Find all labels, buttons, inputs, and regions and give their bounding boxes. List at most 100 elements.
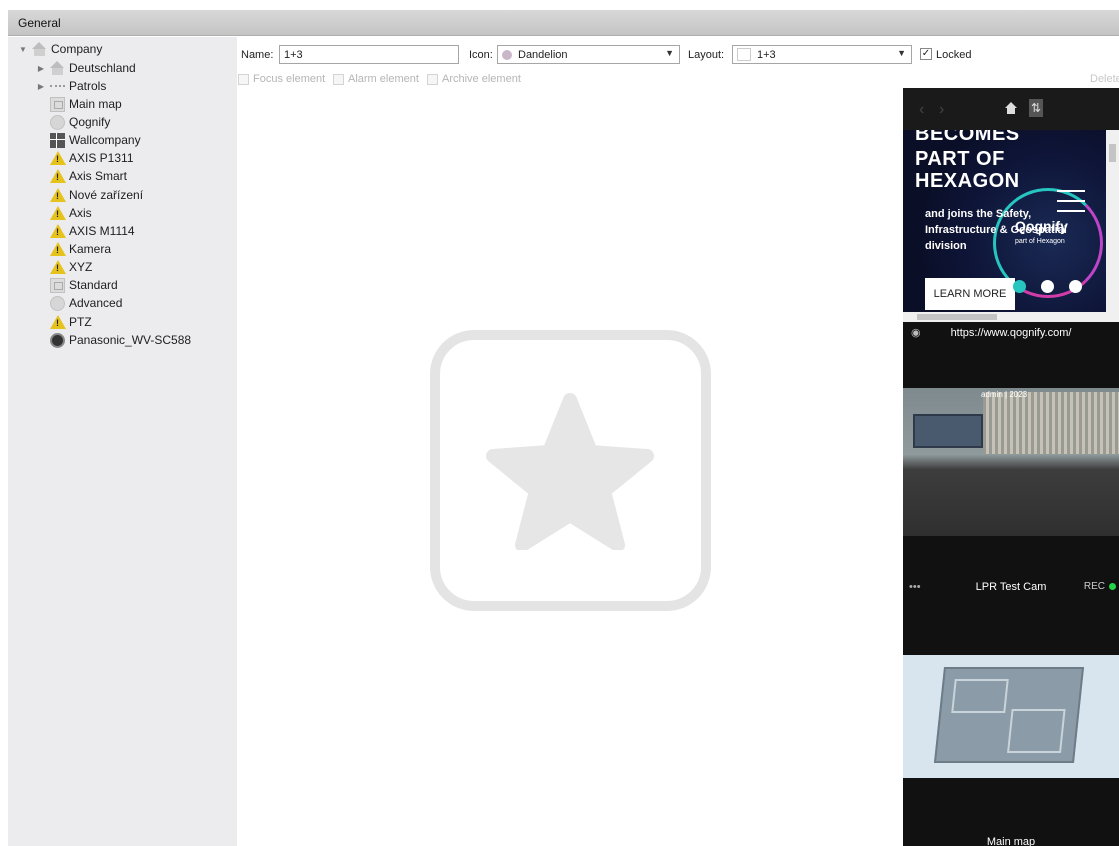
tree-item[interactable]: AXIS P1311 bbox=[50, 149, 134, 167]
icon-dropdown[interactable]: Dandelion ▼ bbox=[497, 45, 680, 64]
tree-item-label: Main map bbox=[69, 97, 122, 111]
tree-item-label: XYZ bbox=[69, 260, 93, 274]
home-icon[interactable] bbox=[1004, 101, 1018, 115]
tree-item[interactable]: ▶ Deutschland bbox=[36, 59, 136, 77]
carousel-dot[interactable] bbox=[1069, 280, 1082, 293]
eye-icon[interactable]: ◉ bbox=[911, 324, 921, 342]
name-input-value: 1+3 bbox=[284, 48, 303, 61]
collapse-icon[interactable]: ▶ bbox=[36, 82, 46, 91]
map-title: Main map bbox=[986, 836, 1036, 846]
horizontal-scrollbar[interactable] bbox=[903, 312, 1119, 322]
device-tree[interactable]: ▼ Company ▶ Deutschland ▶ Patrols Main m… bbox=[8, 37, 237, 846]
camera-icon bbox=[50, 332, 65, 348]
learn-more-button[interactable]: LEARN MORE bbox=[925, 278, 1015, 310]
url-label: https://www.qognify.com/ bbox=[950, 327, 1072, 339]
window-title-bar: General bbox=[8, 10, 1119, 36]
focus-element-option[interactable]: Focus element bbox=[238, 73, 325, 85]
tree-item[interactable]: Qognify bbox=[50, 113, 110, 131]
tree-item[interactable]: Kamera bbox=[50, 240, 111, 258]
web-headline: BECOMES bbox=[915, 130, 1020, 145]
recording-indicator bbox=[1109, 583, 1116, 590]
warning-icon bbox=[50, 259, 66, 275]
layout-dropdown[interactable]: 1+3 ▼ bbox=[732, 45, 912, 64]
expand-icon[interactable]: ▼ bbox=[18, 45, 28, 54]
map-icon bbox=[50, 277, 65, 293]
archive-element-checkbox[interactable] bbox=[427, 73, 438, 85]
warning-icon bbox=[50, 168, 66, 184]
focus-element-checkbox[interactable] bbox=[238, 73, 249, 85]
scroll-thumb[interactable] bbox=[917, 314, 997, 320]
tree-item[interactable]: Axis Smart bbox=[50, 167, 127, 185]
refresh-icon[interactable]: ⇅ bbox=[1029, 99, 1043, 117]
alarm-element-checkbox[interactable] bbox=[333, 73, 344, 85]
locked-label: Locked bbox=[936, 49, 972, 61]
archive-element-label: Archive element bbox=[442, 73, 521, 85]
window-title: General bbox=[18, 16, 61, 30]
vertical-scrollbar[interactable] bbox=[1106, 130, 1119, 312]
tree-item[interactable]: Nové zařízení bbox=[50, 186, 143, 204]
carousel-dot[interactable] bbox=[1013, 280, 1026, 293]
web-text: and joins the Safety, bbox=[925, 208, 1032, 220]
tree-item[interactable]: Main map bbox=[50, 95, 122, 113]
favorite-star-icon bbox=[430, 330, 711, 611]
camera-stream[interactable]: admin | 2023 bbox=[903, 388, 1119, 536]
tree-item-root[interactable]: ▼ Company bbox=[18, 40, 102, 58]
house-icon bbox=[50, 60, 65, 76]
tree-item[interactable]: AXIS M1114 bbox=[50, 222, 135, 240]
carousel-dot[interactable] bbox=[1041, 280, 1054, 293]
warning-icon bbox=[50, 314, 66, 330]
map-caption: Main map bbox=[903, 833, 1119, 846]
tree-item[interactable]: Wallcompany bbox=[50, 131, 141, 149]
tree-item-label: Qognify bbox=[69, 115, 111, 129]
archive-element-option[interactable]: Archive element bbox=[427, 73, 521, 85]
map-icon bbox=[50, 96, 65, 112]
tree-item[interactable]: Panasonic_WV-SC588 bbox=[50, 331, 191, 349]
camera-scene-fence bbox=[983, 392, 1119, 454]
delete-button[interactable]: Delete bbox=[1090, 73, 1119, 85]
web-view[interactable]: BECOMES PART OF HEXAGON Qognify part of … bbox=[903, 130, 1106, 312]
tree-item-label: AXIS P1311 bbox=[69, 151, 134, 165]
alarm-element-label: Alarm element bbox=[348, 73, 419, 85]
camera-scene-truck bbox=[913, 414, 983, 448]
tree-item[interactable]: Standard bbox=[50, 276, 118, 294]
locked-checkbox[interactable]: ✓ bbox=[920, 48, 932, 60]
tree-item[interactable]: PTZ bbox=[50, 313, 92, 331]
camera-title: LPR Test Cam bbox=[975, 581, 1047, 593]
layout-preview[interactable]: ‹ › ⇅ BECOMES PART OF HEXAGON Qognify pa… bbox=[903, 88, 1119, 846]
web-text: division bbox=[925, 240, 967, 252]
tree-item[interactable]: Advanced bbox=[50, 294, 122, 312]
web-text: Infrastructure & Geospatial bbox=[925, 224, 1067, 236]
collapse-icon[interactable]: ▶ bbox=[36, 64, 46, 73]
dropdown-arrow-icon: ▼ bbox=[897, 48, 906, 58]
tree-item[interactable]: XYZ bbox=[50, 258, 92, 276]
warning-icon bbox=[50, 187, 66, 203]
rec-badge: REC bbox=[1083, 581, 1105, 592]
camera-overlay-text: admin | 2023 bbox=[981, 390, 1028, 399]
scroll-thumb[interactable] bbox=[1109, 144, 1116, 162]
tree-item-label: Kamera bbox=[69, 242, 112, 256]
camera-caption: ••• LPR Test Cam REC bbox=[903, 578, 1119, 596]
house-icon bbox=[32, 41, 47, 57]
warning-icon bbox=[50, 150, 66, 166]
focus-element-label: Focus element bbox=[253, 73, 326, 85]
forward-icon[interactable]: › bbox=[939, 101, 944, 119]
tree-item-label: Advanced bbox=[69, 296, 123, 310]
tree-item[interactable]: Axis bbox=[50, 204, 92, 222]
tree-item[interactable]: ▶ Patrols bbox=[36, 77, 106, 95]
back-icon[interactable]: ‹ bbox=[919, 101, 924, 119]
globe-icon bbox=[50, 114, 65, 130]
tree-item-label: Deutschland bbox=[69, 61, 136, 75]
menu-icon[interactable] bbox=[1057, 190, 1085, 212]
star-icon bbox=[486, 393, 654, 550]
tree-item-label: AXIS M1114 bbox=[69, 224, 135, 238]
alarm-element-option[interactable]: Alarm element bbox=[333, 73, 419, 85]
tree-item-label: Standard bbox=[69, 278, 118, 292]
name-input[interactable]: 1+3 bbox=[279, 45, 459, 64]
grid-icon bbox=[50, 132, 65, 148]
map-view[interactable] bbox=[903, 655, 1119, 778]
browser-toolbar: ‹ › ⇅ bbox=[903, 88, 1119, 130]
more-options-icon[interactable]: ••• bbox=[909, 578, 921, 596]
tree-item-label: PTZ bbox=[69, 315, 92, 329]
layout-icon bbox=[737, 48, 751, 61]
web-headline: HEXAGON bbox=[915, 170, 1020, 192]
